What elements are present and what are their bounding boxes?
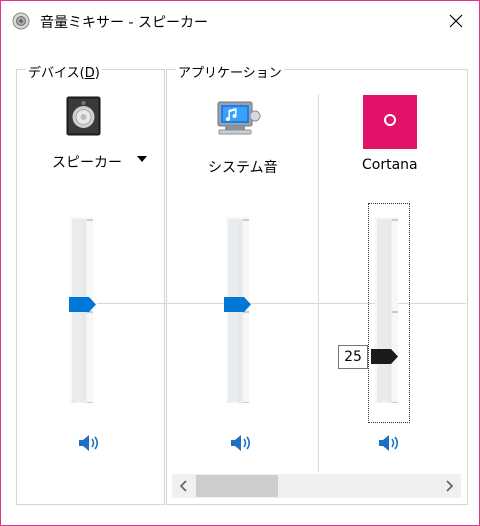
scroll-left-arrow-icon[interactable] (172, 474, 196, 498)
system-sounds-icon (217, 101, 261, 135)
cortana-mute-speaker-icon[interactable] (378, 434, 400, 452)
applications-group (166, 69, 468, 505)
app-name-cortana: Cortana (362, 157, 418, 173)
close-icon[interactable] (444, 9, 468, 33)
system-sounds-volume-thumb[interactable] (224, 297, 252, 312)
window-title: 音量ミキサー - スピーカー (40, 15, 208, 31)
device-volume-thumb[interactable] (69, 297, 97, 312)
volume-mixer-window: 音量ミキサー - スピーカー デバイス(D) スピーカー アプリケーション シス… (0, 0, 480, 526)
column-separator (318, 94, 319, 472)
cortana-volume-slider-track[interactable] (375, 217, 398, 403)
scroll-right-arrow-icon[interactable] (437, 474, 461, 498)
level-guide-line (97, 303, 466, 304)
volume-value-tooltip: 25 (338, 345, 368, 369)
applications-horizontal-scrollbar[interactable] (172, 474, 461, 498)
device-group-label: デバイス(D) (26, 62, 102, 81)
scrollbar-thumb[interactable] (196, 475, 278, 497)
title-bar: 音量ミキサー - スピーカー (1, 1, 479, 41)
cortana-volume-thumb[interactable] (371, 349, 399, 364)
speaker-device-icon (66, 96, 101, 136)
app-name-system-sounds: システム音 (208, 160, 278, 176)
cortana-icon (363, 95, 417, 149)
device-dropdown-arrow[interactable] (137, 156, 147, 162)
device-name: スピーカー (52, 155, 122, 171)
device-mute-speaker-icon[interactable] (78, 434, 100, 452)
system-sounds-mute-speaker-icon[interactable] (230, 434, 252, 452)
applications-group-label: アプリケーション (176, 62, 284, 81)
speaker-app-icon (12, 12, 30, 30)
